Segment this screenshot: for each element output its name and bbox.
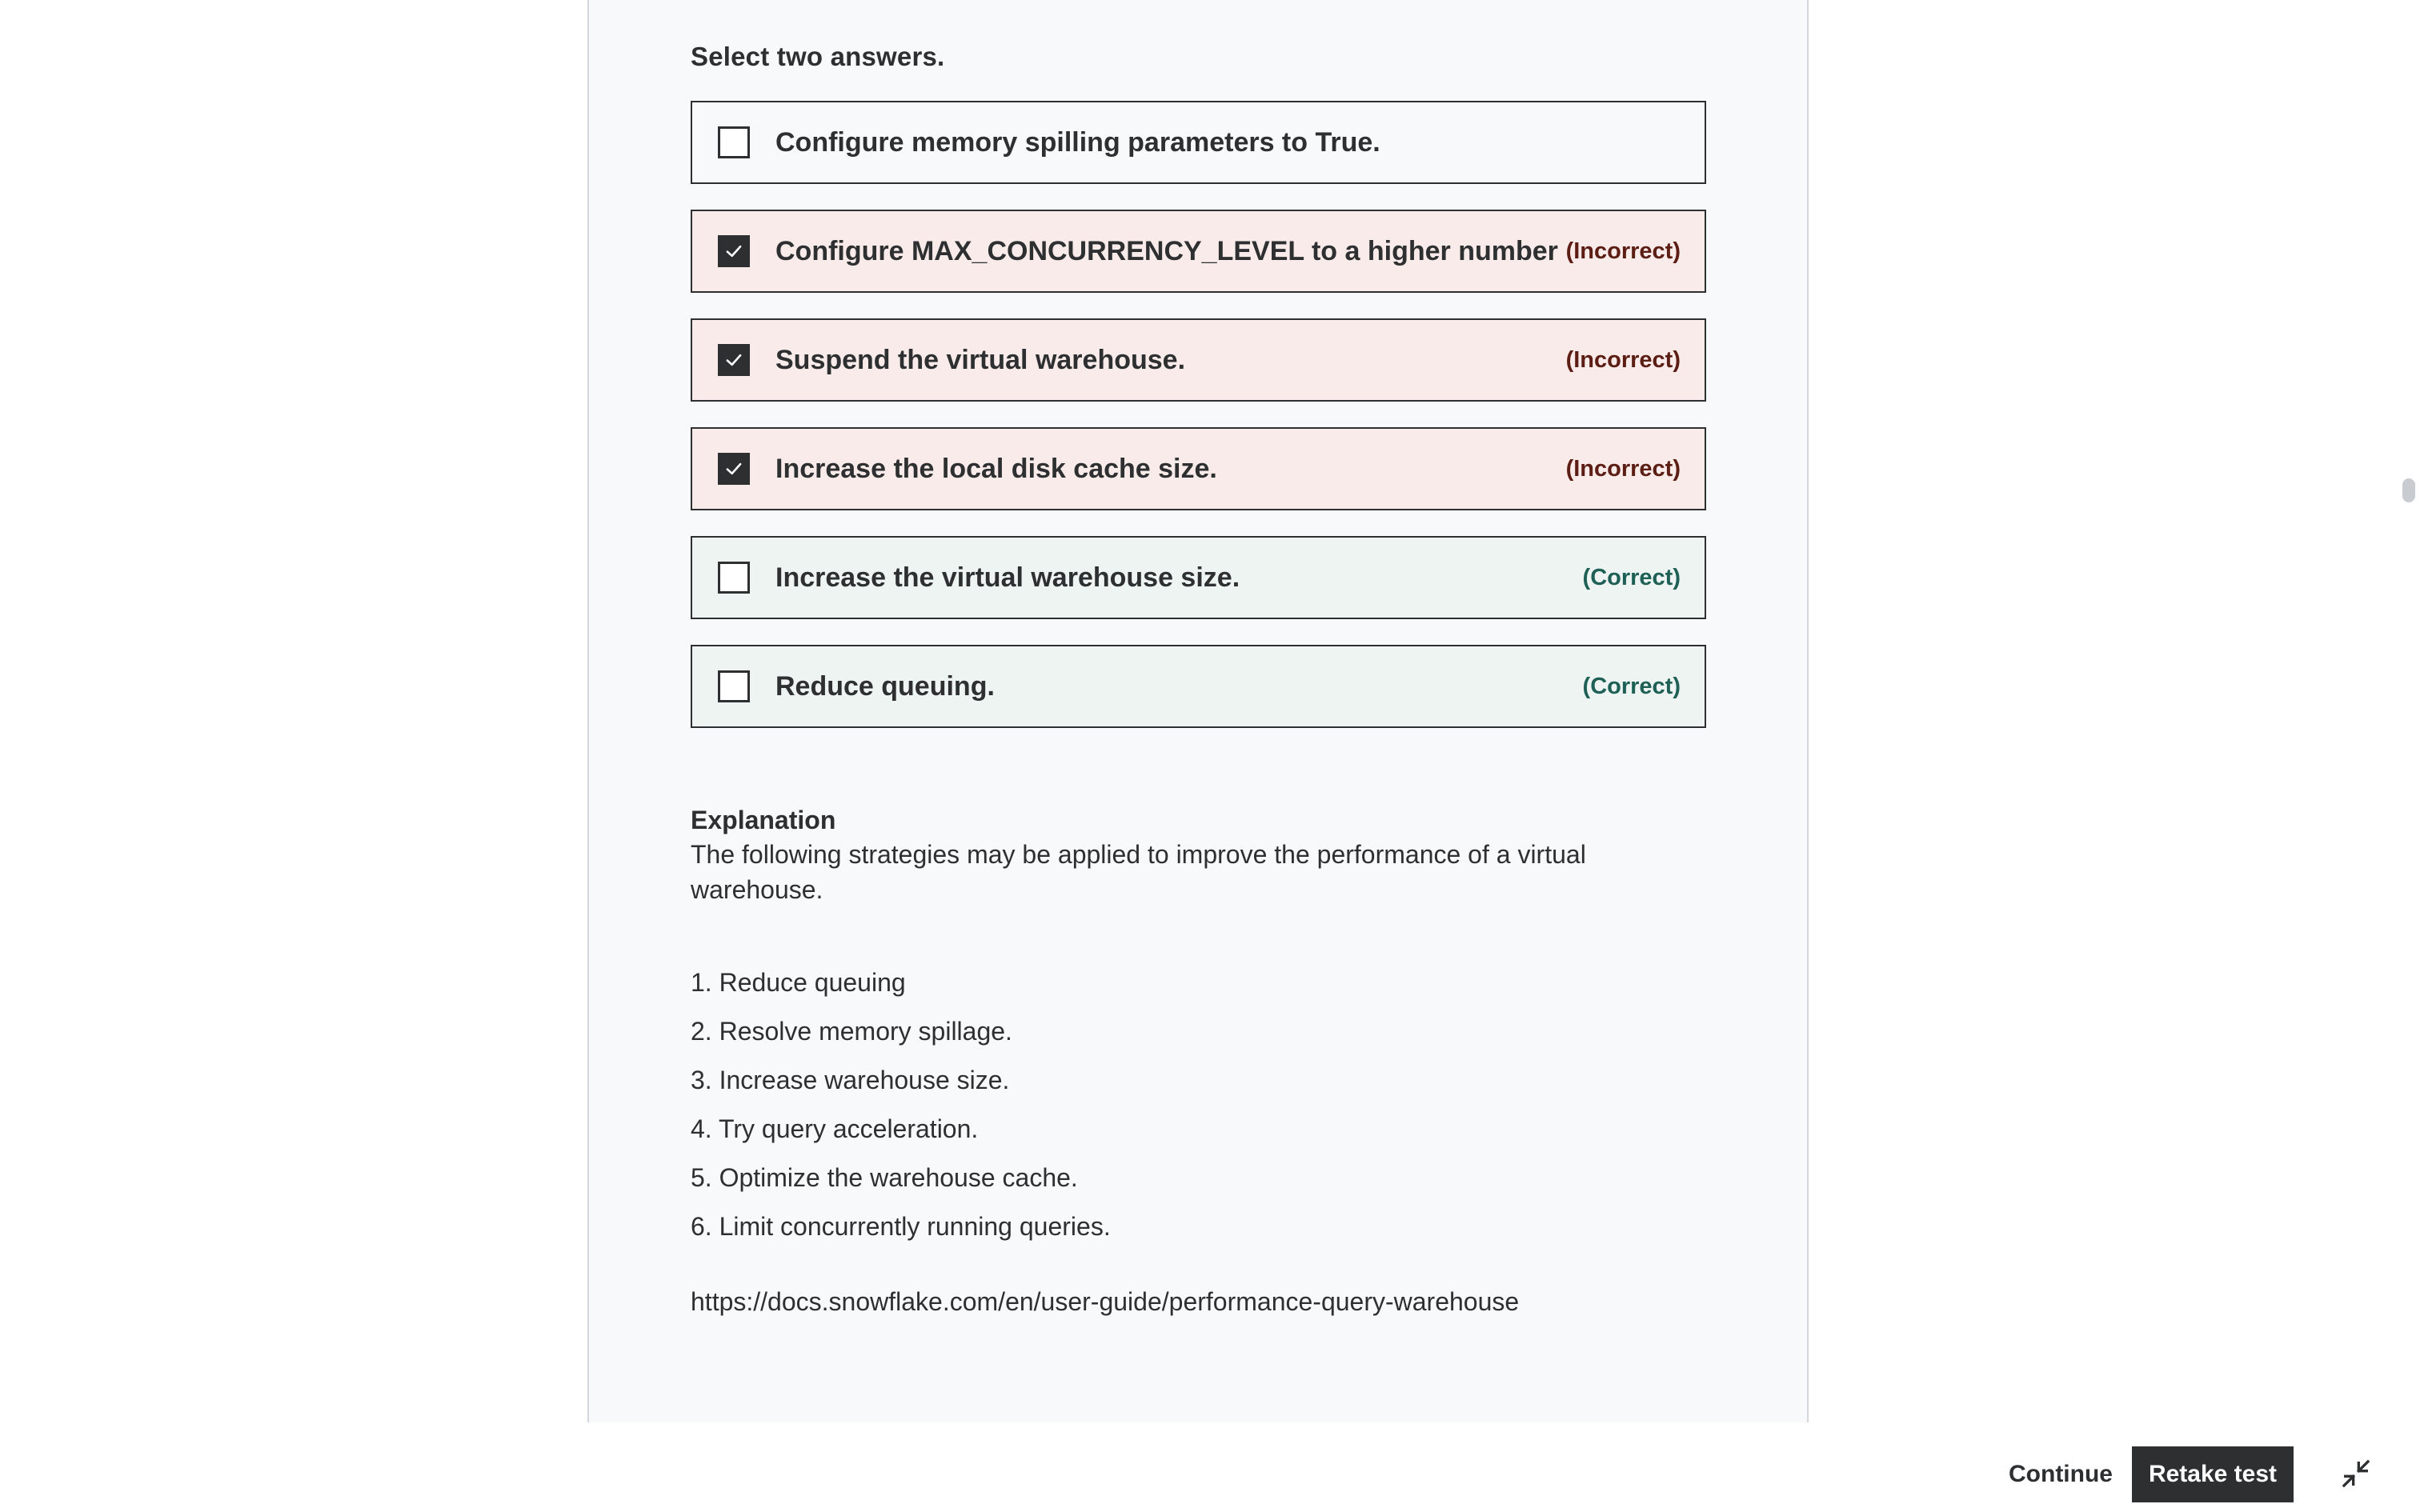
checkbox-checked-icon[interactable]	[718, 344, 750, 376]
answer-option[interactable]: Configure memory spilling parameters to …	[691, 101, 1706, 184]
answer-label: Suspend the virtual warehouse.	[775, 344, 1186, 375]
answer-verdict: (Incorrect)	[1565, 455, 1681, 482]
list-item: 3. Increase warehouse size.	[691, 1066, 1010, 1094]
retake-test-button[interactable]: Retake test	[2132, 1446, 2294, 1502]
scrollbar[interactable]	[2399, 0, 2420, 1435]
list-item: 1. Reduce queuing	[691, 968, 906, 997]
answer-label: Configure MAX_CONCURRENCY_LEVEL to a hig…	[775, 235, 1558, 266]
footer-bar: Continue Retake test	[0, 1435, 2420, 1512]
list-item: 4. Try query acceleration.	[691, 1114, 979, 1143]
answer-option[interactable]: Suspend the virtual warehouse. (Incorrec…	[691, 318, 1706, 402]
answer-verdict: (Correct)	[1582, 673, 1681, 699]
explanation-intro: The following strategies may be applied …	[691, 840, 1586, 904]
answer-option[interactable]: Configure MAX_CONCURRENCY_LEVEL to a hig…	[691, 210, 1706, 293]
checkbox-icon[interactable]	[718, 670, 750, 702]
answer-label: Increase the virtual warehouse size.	[775, 562, 1240, 593]
list-item: 5. Optimize the warehouse cache.	[691, 1163, 1078, 1192]
answer-label: Increase the local disk cache size.	[775, 453, 1217, 484]
checkbox-checked-icon[interactable]	[718, 235, 750, 267]
explanation-list: 1. Reduce queuing 2. Resolve memory spil…	[691, 965, 1706, 1244]
answer-label: Reduce queuing.	[775, 670, 995, 702]
minimize-icon[interactable]	[2337, 1454, 2375, 1493]
answer-option[interactable]: Increase the local disk cache size. (Inc…	[691, 427, 1706, 510]
list-item: 6. Limit concurrently running queries.	[691, 1212, 1111, 1241]
question-instruction: Select two answers.	[691, 42, 945, 71]
checkbox-checked-icon[interactable]	[718, 453, 750, 485]
answer-label: Configure memory spilling parameters to …	[775, 126, 1380, 158]
answer-verdict: (Correct)	[1582, 564, 1681, 590]
list-item: 2. Resolve memory spillage.	[691, 1017, 1012, 1046]
checkbox-icon[interactable]	[718, 126, 750, 158]
explanation-heading: Explanation	[691, 806, 836, 834]
answer-verdict: (Incorrect)	[1565, 346, 1681, 373]
answer-option[interactable]: Increase the virtual warehouse size. (Co…	[691, 536, 1706, 619]
scrollbar-thumb[interactable]	[2402, 478, 2415, 502]
explanation-section: Explanation The following strategies may…	[691, 803, 1706, 1319]
answer-verdict: (Incorrect)	[1565, 238, 1681, 264]
answer-list: Configure memory spilling parameters to …	[691, 101, 1706, 754]
continue-button[interactable]: Continue	[1993, 1446, 2129, 1502]
answer-option[interactable]: Reduce queuing. (Correct)	[691, 645, 1706, 728]
reference-link[interactable]: https://docs.snowflake.com/en/user-guide…	[691, 1284, 1706, 1319]
checkbox-icon[interactable]	[718, 562, 750, 594]
